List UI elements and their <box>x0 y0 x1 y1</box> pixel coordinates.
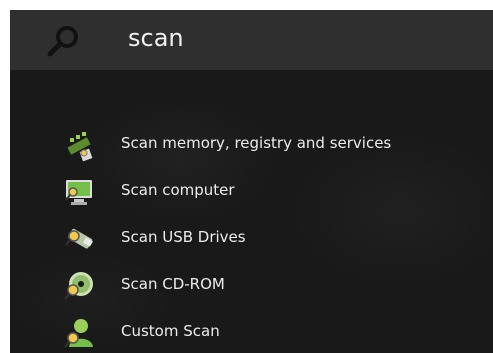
search-query[interactable]: scan <box>128 23 184 53</box>
result-scan-cd-rom[interactable]: Scan CD-ROM <box>10 263 493 307</box>
search-icon[interactable] <box>46 23 82 59</box>
result-label: Scan memory, registry and services <box>121 134 392 152</box>
result-label: Scan CD-ROM <box>121 275 225 293</box>
usb-drive-icon <box>65 228 93 249</box>
result-label: Scan USB Drives <box>121 228 246 246</box>
result-label: Custom Scan <box>121 322 220 340</box>
result-scan-computer[interactable]: Scan computer <box>10 169 493 213</box>
monitor-icon <box>65 180 92 205</box>
memory-chip-icon <box>67 132 93 162</box>
cd-rom-icon <box>64 272 93 300</box>
user-icon <box>64 319 93 348</box>
search-bar[interactable]: scan <box>10 10 493 70</box>
result-scan-usb-drives[interactable]: Scan USB Drives <box>10 216 493 260</box>
scan-search-window: scan Scan memory, registry and services <box>10 10 493 353</box>
result-label: Scan computer <box>121 181 235 199</box>
result-scan-memory-registry-services[interactable]: Scan memory, registry and services <box>10 122 493 166</box>
result-custom-scan[interactable]: Custom Scan <box>10 310 493 353</box>
